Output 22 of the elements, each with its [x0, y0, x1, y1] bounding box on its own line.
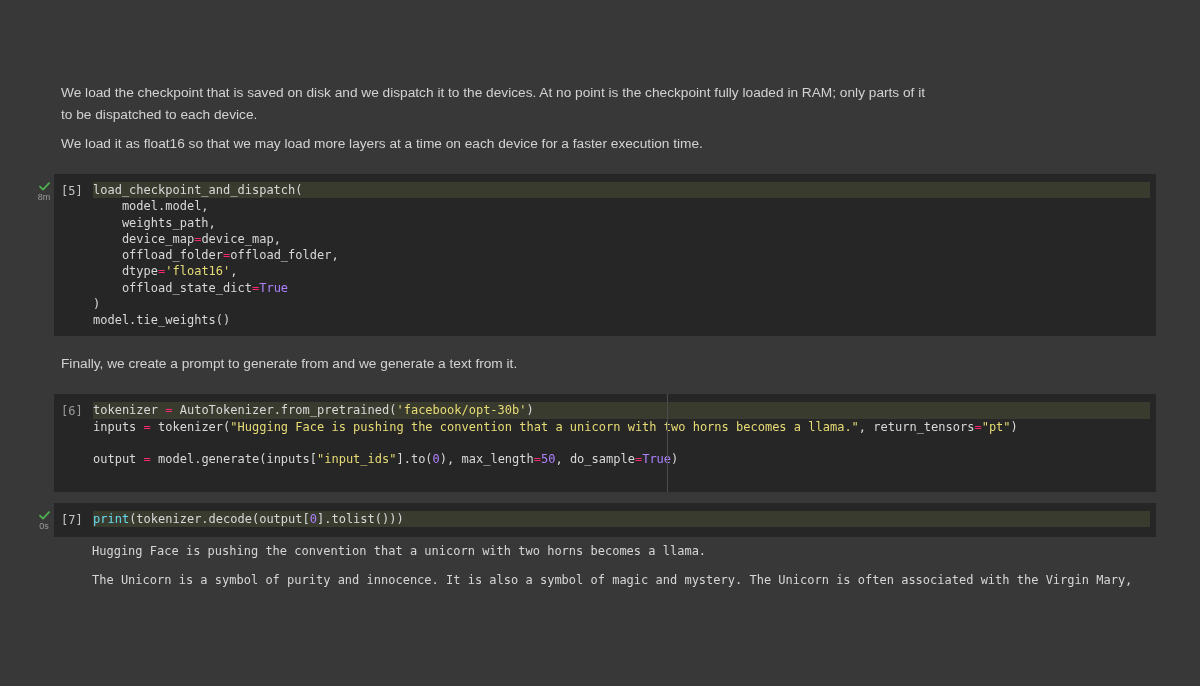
paragraph-text: We load the checkpoint that is saved on disk and we dispatch it to the devices. At no point is the checkpoint fully loaded in RAM; only parts of it to be dispatched to each device. [61, 84, 927, 124]
code-line: offload_folder=offload_folder, [120, 247, 339, 264]
code-line: output = model.generate(inputs["input_ids"].to(0), max_length=50, do_sample=True) [93, 451, 679, 468]
execution-count: [6] [61, 404, 83, 419]
output-text: Hugging Face is pushing the convention that a unicorn with two horns becomes a llama. [92, 542, 707, 560]
code-line: offload_state_dict=True [120, 279, 289, 296]
code-cell[interactable]: [7] print(tokenizer.decode(output[0].tolist())) [54, 502, 1156, 537]
paragraph-text: We load it as float16 so that we may load more layers at a time on each device for a faster execution time. [61, 135, 704, 153]
output-text: The Unicorn is a symbol of purity and innocence. It is also a symbol of magic and mystery. The Unicorn is often associated with the Virgin Mary, [92, 571, 1133, 589]
code-line: device_map=device_map, [120, 230, 281, 247]
execution-count: [7] [61, 512, 83, 527]
paragraph-text: Finally, we create a prompt to generate from and we generate a text from it. [61, 355, 519, 374]
code-cell[interactable] [54, 394, 1156, 492]
code-line: dtype='float16', [120, 263, 238, 280]
execution-count: [5] [61, 184, 83, 198]
code-cell[interactable]: [5] load_checkpoint_and_dispatch( model.model, weights_path, device_map=device_map, offload_folder=offload_folder, dtype='float16', offload_state_dict=True ) model.tie_weights() [54, 174, 1156, 337]
execution-time: 8m [37, 192, 51, 202]
execution-time: 0s [39, 520, 49, 531]
code-line: model.model, [120, 198, 209, 215]
code-line: ) [93, 295, 101, 312]
code-line: weights_path, [120, 214, 216, 231]
code-line: model.tie_weights() [93, 312, 231, 329]
